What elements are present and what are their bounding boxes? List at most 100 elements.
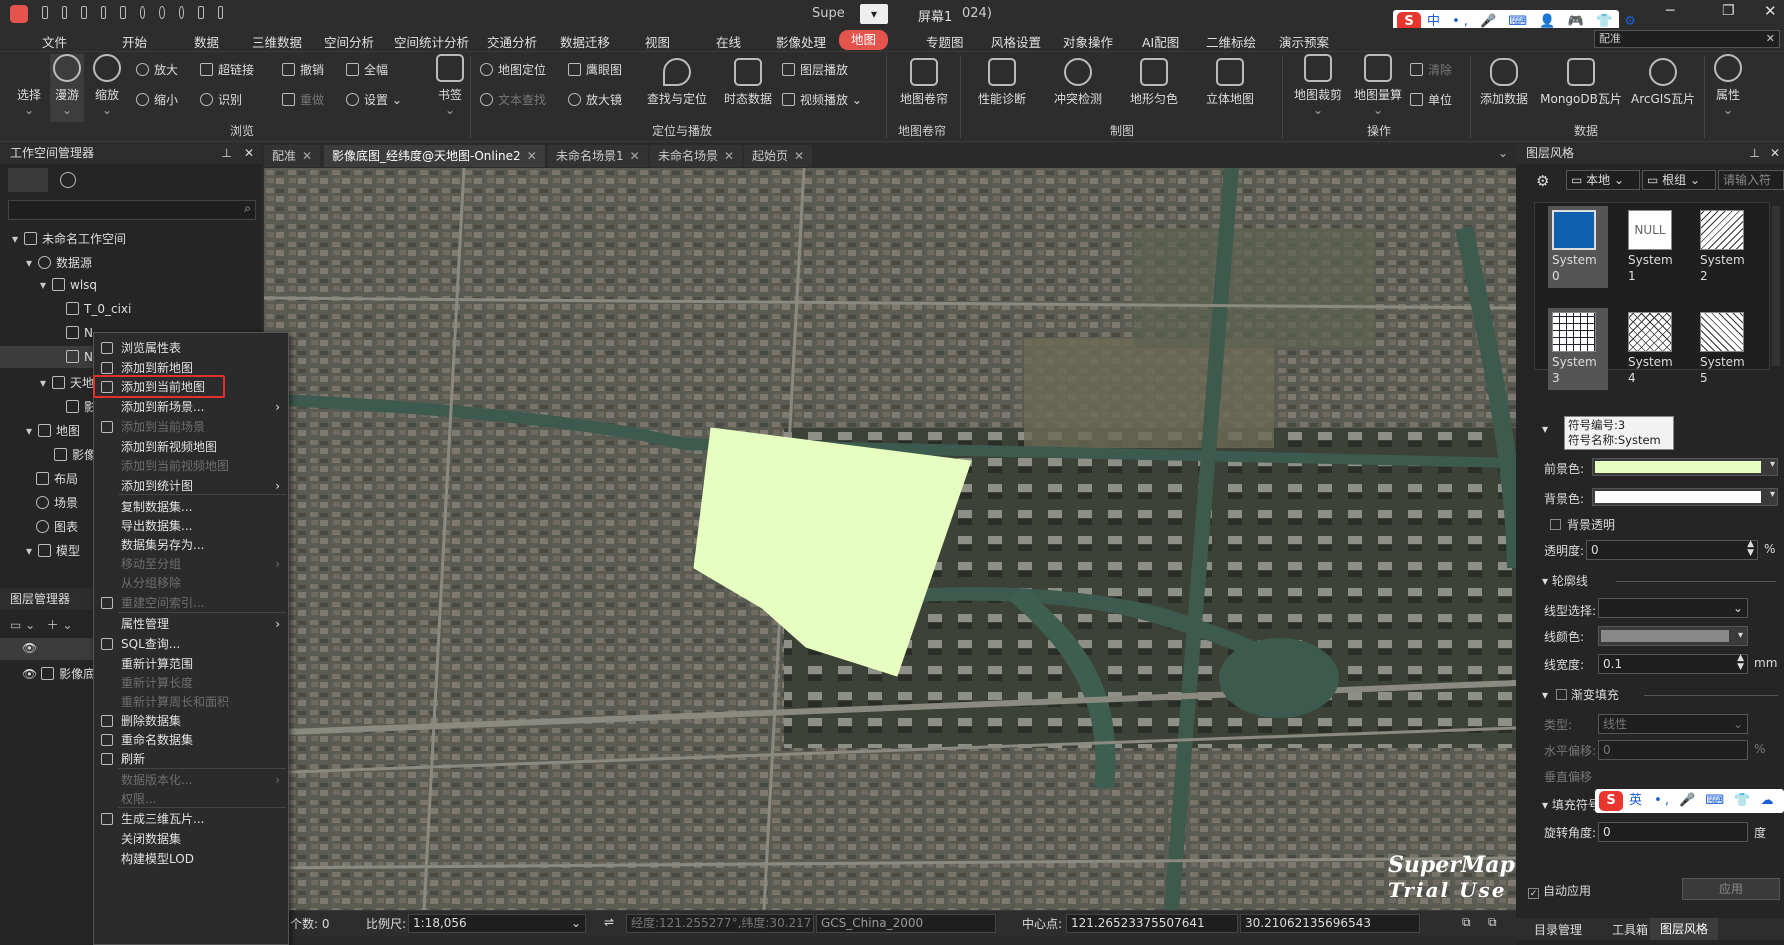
temporal-data-button[interactable]: 时态数据: [720, 58, 776, 107]
symbol-system-5[interactable]: System 5: [1696, 308, 1756, 390]
zoom-out-button[interactable]: 缩小: [136, 91, 178, 108]
close-window-icon[interactable]: ✕: [1764, 2, 1777, 20]
restore-icon[interactable]: ❐: [1722, 3, 1735, 19]
context-menu-item[interactable]: 添加到新视频地图: [94, 437, 288, 457]
context-menu-item[interactable]: 重新计算范围: [94, 654, 288, 674]
group-select[interactable]: ▭ 根组 ⌄: [1642, 170, 1716, 190]
zoom-out-icon[interactable]: [178, 6, 184, 19]
title-search-input[interactable]: 配准 ✕: [1594, 30, 1780, 48]
scale-combo[interactable]: 1:18,056 ⌄: [408, 914, 586, 933]
context-menu-item[interactable]: 添加到统计图 ›: [94, 476, 288, 496]
menu-start[interactable]: 开始: [122, 32, 147, 51]
context-menu-item[interactable]: 刷新: [94, 749, 288, 769]
close-tab-icon[interactable]: ✕: [302, 149, 312, 163]
solid-map-button[interactable]: 立体地图: [1202, 58, 1258, 107]
ime-tool-icons[interactable]: •, 🎤 ⌨ 👕 ☁ ⚙: [1654, 793, 1784, 808]
context-menu-item[interactable]: 重建空间索引...: [94, 593, 288, 613]
pin-icon[interactable]: ⊥: [1750, 142, 1760, 164]
menu-traffic[interactable]: 交通分析: [487, 32, 537, 51]
close-panel-icon[interactable]: ✕: [244, 142, 254, 164]
map-measure-button[interactable]: 地图量算 ⌄: [1350, 54, 1406, 117]
settings-gear-icon[interactable]: ⚙: [1536, 172, 1549, 190]
menu-online[interactable]: 在线: [716, 32, 741, 51]
unit-button[interactable]: 单位: [1410, 91, 1452, 108]
identify-button[interactable]: 识别: [200, 91, 242, 108]
map-locate-button[interactable]: 地图定位: [480, 61, 546, 78]
properties-button[interactable]: 属性 ⌄: [1710, 54, 1746, 117]
zoom-in-button[interactable]: 放大: [136, 61, 178, 78]
gallery-scrollbar[interactable]: [1772, 206, 1780, 366]
layer-play-button[interactable]: 图层播放: [782, 61, 848, 78]
line-width-stepper[interactable]: 0.1 ▲ ▼: [1598, 654, 1748, 674]
menu-object-ops[interactable]: 对象操作: [1063, 32, 1113, 51]
context-menu-item[interactable]: 删除数据集: [94, 711, 288, 731]
fg-color-picker[interactable]: ▾: [1592, 458, 1778, 476]
close-panel-icon[interactable]: ✕: [1770, 142, 1780, 164]
zoom-in-icon[interactable]: [159, 6, 165, 19]
menu-thematic[interactable]: 专题图: [926, 32, 964, 51]
context-menu-item[interactable]: 从分组移除: [94, 573, 288, 593]
ime-tool-icons[interactable]: •, 🎤 ⌨ 👤 🎮 👕 ⚙: [1452, 14, 1640, 29]
context-menu-item[interactable]: 权限...: [94, 789, 288, 809]
menu-demo[interactable]: 演示预案: [1279, 32, 1329, 51]
tree-datasources[interactable]: ▾ 数据源: [26, 254, 92, 271]
copy-icon[interactable]: ⧉: [1462, 915, 1471, 930]
menu-3d-data[interactable]: 三维数据: [252, 32, 302, 51]
tab-scene1[interactable]: 未命名场景1 ✕: [548, 145, 648, 167]
source-select[interactable]: ▭ 本地 ⌄: [1566, 170, 1640, 190]
pointer-icon[interactable]: [120, 6, 126, 19]
tree-map-image[interactable]: 影像: [54, 446, 96, 463]
context-menu-item[interactable]: 添加到新场景... ›: [94, 397, 288, 417]
workspace-tab-icon[interactable]: [8, 168, 48, 192]
menu-spatial-stats[interactable]: 空间统计分析: [394, 32, 469, 51]
symbol-system-0[interactable]: System 0: [1548, 206, 1608, 288]
save-as-icon[interactable]: [81, 6, 87, 19]
full-extent-button[interactable]: 全幅: [346, 61, 388, 78]
close-tab-icon[interactable]: ✕: [794, 149, 804, 163]
close-tab-icon[interactable]: ✕: [630, 149, 640, 163]
mongodb-tile-button[interactable]: MongoDB瓦片: [1538, 58, 1624, 107]
opacity-stepper[interactable]: 0 ▲ ▼: [1586, 540, 1758, 560]
ime-mode[interactable]: 英: [1629, 793, 1642, 808]
tab-list-chevron-icon[interactable]: ⌄: [1498, 146, 1508, 160]
tree-scenes[interactable]: 场景: [36, 494, 78, 511]
menu-2d-plotting[interactable]: 二维标绘: [1206, 32, 1256, 51]
tab-registration[interactable]: 配准 ✕: [264, 145, 321, 167]
undo-button[interactable]: 撤销: [282, 61, 324, 78]
terrain-color-button[interactable]: 地形匀色: [1126, 58, 1182, 107]
menu-ai-cartography[interactable]: AI配图: [1142, 32, 1179, 51]
tab-start-page[interactable]: 起始页 ✕: [744, 145, 813, 167]
layer-toolbar[interactable]: ▭ ⌄ ＋ ⌄: [10, 616, 73, 633]
add-data-button[interactable]: 添加数据: [1476, 58, 1532, 107]
center-x-input[interactable]: 121.26523375507641: [1066, 914, 1238, 933]
symbol-system-1[interactable]: NULL System 1: [1624, 206, 1684, 288]
apply-button[interactable]: 应用: [1682, 878, 1780, 900]
context-menu-item[interactable]: 移动至分组 ›: [94, 554, 288, 574]
video-play-button[interactable]: 视频播放 ⌄: [782, 91, 862, 108]
undo-icon[interactable]: [100, 6, 106, 19]
tab-scene[interactable]: 未命名场景 ✕: [650, 145, 743, 167]
settings-button[interactable]: 设置 ⌄: [346, 91, 402, 108]
hand-icon[interactable]: [139, 6, 145, 19]
context-menu-item[interactable]: 导出数据集...: [94, 516, 288, 536]
pin-icon[interactable]: ⊥: [222, 142, 232, 164]
menu-map[interactable]: 地图: [839, 30, 889, 50]
minimize-icon[interactable]: ─: [1666, 3, 1674, 19]
rotate-stepper[interactable]: 0: [1598, 822, 1748, 842]
context-menu-item[interactable]: 关闭数据集: [94, 829, 288, 849]
section-chevron-icon[interactable]: ▾: [1542, 422, 1548, 436]
context-menu-item[interactable]: 浏览属性表: [94, 338, 288, 358]
context-menu-item[interactable]: 属性管理 ›: [94, 614, 288, 634]
redo-button[interactable]: 重做: [282, 91, 324, 108]
menu-data[interactable]: 数据: [194, 32, 219, 51]
context-menu-item[interactable]: 重新计算长度: [94, 673, 288, 693]
conflict-check-button[interactable]: 冲突检测: [1050, 58, 1106, 107]
tab-basemap[interactable]: 影像底图_经纬度@天地图-Online2 ✕: [324, 145, 545, 167]
tab-toolbox[interactable]: 工具箱: [1612, 921, 1648, 938]
ime-mode[interactable]: 中: [1427, 14, 1440, 29]
map-clip-button[interactable]: 地图裁剪 ⌄: [1290, 54, 1346, 117]
scene-tab-icon[interactable]: [60, 172, 76, 188]
text-search-button[interactable]: 文本查找: [480, 91, 546, 108]
menu-view[interactable]: 视图: [645, 32, 670, 51]
menu-spatial-analysis[interactable]: 空间分析: [324, 32, 374, 51]
